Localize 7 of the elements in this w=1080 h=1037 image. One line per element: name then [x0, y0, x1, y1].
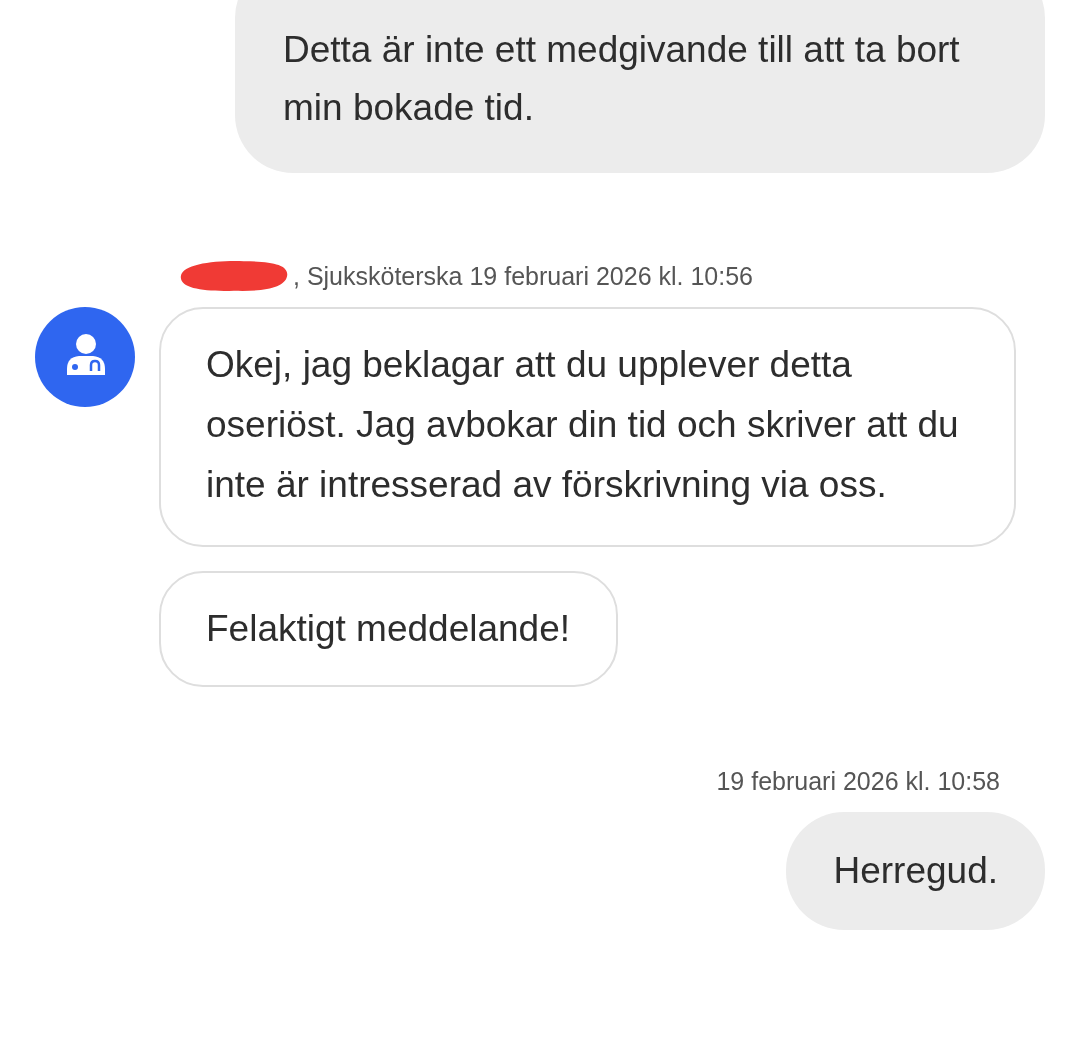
sent-message: Detta är inte ett medgivande till att ta bort min bokade tid.: [235, 0, 1045, 173]
received-message: Okej, jag beklagar att du upplever detta oseriöst. Jag avbokar din tid och skriver att du inte är intresserad av förskrivning via oss.: [159, 307, 1016, 547]
message-timestamp: 19 februari 2026 kl. 10:58: [716, 767, 1000, 796]
message-sender-info: , Sjuksköterska 19 februari 2026 kl. 10:56: [293, 261, 753, 291]
nurse-avatar-icon: [35, 307, 135, 407]
sent-message: Herregud.: [786, 812, 1045, 930]
received-message: Felaktigt meddelande!: [159, 571, 619, 687]
